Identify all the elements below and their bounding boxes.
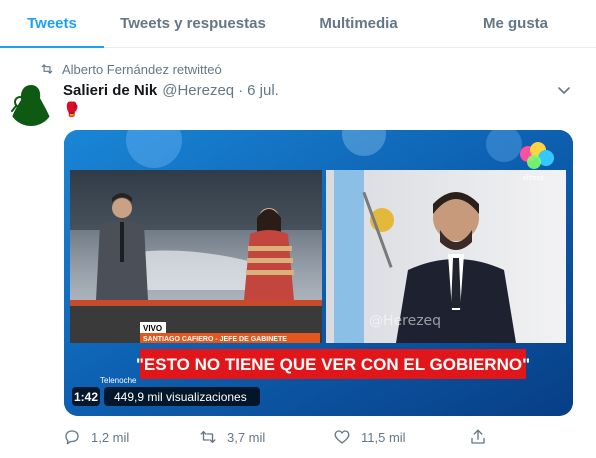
retweet-context[interactable]: Alberto Fernández retwitteó [40,60,222,78]
guest-panel [326,170,566,343]
video-duration: 1:42 [74,390,98,404]
like-button[interactable]: 11,5 mil [333,426,406,448]
avatar[interactable] [8,80,54,126]
like-icon [334,430,350,444]
retweet-button[interactable]: 3,7 mil [199,426,265,448]
retweet-count: 3,7 mil [227,429,266,445]
reply-button[interactable]: 1,2 mil [63,426,129,448]
tab-tweets-and-replies[interactable]: Tweets y respuestas [104,0,282,47]
tab-media[interactable]: Multimedia [282,0,435,47]
retweet-icon [41,64,53,74]
tab-label: Tweets [27,15,77,32]
studio-panel [70,170,322,343]
headline: "ESTO NO TIENE QUE VER CON EL GOBIERNO" [136,355,530,374]
tab-tweets[interactable]: Tweets [0,0,104,48]
like-count: 11,5 mil [361,429,406,445]
display-name[interactable]: Salieri de Nik [63,82,157,99]
tab-label: Me gusta [482,15,548,32]
avatar-silhouette [8,80,54,126]
video-views: 449,9 mil visualizaciones [114,390,247,404]
reply-icon [65,430,79,445]
tweet-text: 🥊 [63,101,81,117]
video-frame: eltrece VIVO SANTIAGO CAFIERO - JEFE DE … [64,130,573,416]
tweet-actions: 1,2 mil 3,7 mil 11,5 mil [63,426,503,448]
profile-tabs: Tweets Tweets y respuestas Multimedia Me… [0,0,596,48]
live-badge: VIVO [143,324,162,333]
tab-label: Tweets y respuestas [120,15,266,32]
tab-likes[interactable]: Me gusta [435,0,596,47]
lower-third-text: SANTIAGO CAFIERO - JEFE DE GABINETE [143,336,287,343]
program-name: Telenoche [100,376,137,385]
channel-name: eltrece [523,175,544,182]
video-player[interactable]: eltrece VIVO SANTIAGO CAFIERO - JEFE DE … [64,130,573,416]
reply-count: 1,2 mil [91,429,130,445]
retweet-context-text: Alberto Fernández retwitteó [62,61,222,77]
video-watermark: @Herezeq [369,313,441,329]
tweet-header: Salieri de Nik @Herezeq · 6 jul. [63,80,279,100]
tweet-date[interactable]: 6 jul. [247,82,279,99]
tab-label: Multimedia [319,15,398,32]
chevron-down-icon[interactable] [556,82,572,98]
share-button[interactable] [469,426,497,448]
separator-dot: · [238,81,244,99]
retweet-icon [200,431,216,443]
user-handle[interactable]: @Herezeq [162,82,234,99]
share-icon [471,429,485,444]
